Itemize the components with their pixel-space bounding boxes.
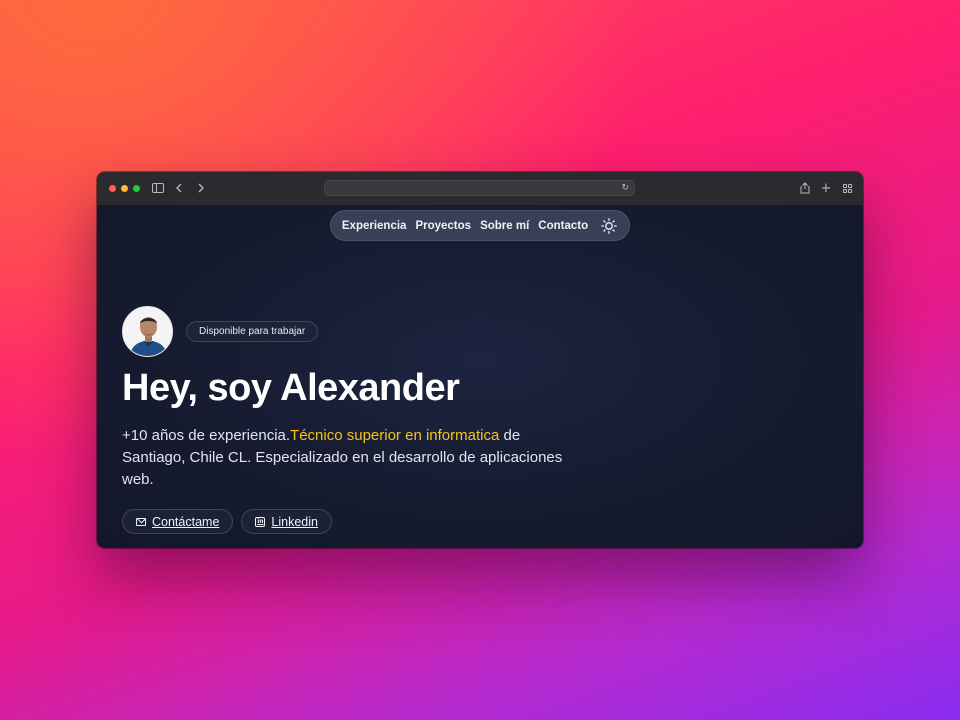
linkedin-button[interactable]: in Linkedin — [241, 509, 332, 534]
hero-buttons: Contáctame in Linkedin — [122, 509, 332, 534]
description-intro: +10 años de experiencia. — [122, 427, 291, 444]
nav-item-proyectos[interactable]: Proyectos — [415, 220, 471, 232]
new-tab-icon[interactable]: + — [820, 181, 832, 196]
minimize-window-button[interactable] — [121, 185, 128, 192]
avatar — [122, 306, 173, 357]
status-badge: Disponible para trabajar — [186, 321, 319, 342]
contact-button[interactable]: Contáctame — [122, 509, 234, 534]
nav-item-sobre-mi[interactable]: Sobre mí — [480, 220, 529, 232]
browser-toolbar: ↻ + — [97, 172, 863, 206]
sidebar-icon[interactable] — [151, 181, 165, 195]
sun-icon[interactable] — [600, 217, 618, 235]
description-highlight: Técnico superior en informatica — [290, 427, 500, 444]
address-bar[interactable]: ↻ — [324, 180, 635, 196]
top-navigation: Experiencia Proyectos Sobre mí Contacto — [330, 210, 630, 241]
forward-icon[interactable] — [195, 181, 207, 195]
web-page: Experiencia Proyectos Sobre mí Contacto — [97, 206, 863, 548]
mail-icon — [136, 517, 146, 526]
hero-description: +10 años de experiencia.Técnico superior… — [122, 425, 582, 491]
share-icon[interactable] — [799, 181, 811, 195]
tab-overview-icon[interactable] — [841, 181, 853, 195]
nav-item-contacto[interactable]: Contacto — [538, 220, 588, 232]
back-icon[interactable] — [173, 181, 185, 195]
linkedin-icon: in — [255, 516, 266, 527]
reload-icon[interactable]: ↻ — [621, 181, 629, 195]
linkedin-button-label: Linkedin — [271, 514, 318, 529]
contact-button-label: Contáctame — [152, 514, 220, 529]
browser-window: ↻ + Experiencia Proyectos Sobre mí Conta… — [97, 172, 863, 548]
close-window-button[interactable] — [109, 185, 116, 192]
maximize-window-button[interactable] — [133, 185, 140, 192]
nav-item-experiencia[interactable]: Experiencia — [342, 220, 407, 232]
page-title: Hey, soy Alexander — [122, 367, 460, 409]
